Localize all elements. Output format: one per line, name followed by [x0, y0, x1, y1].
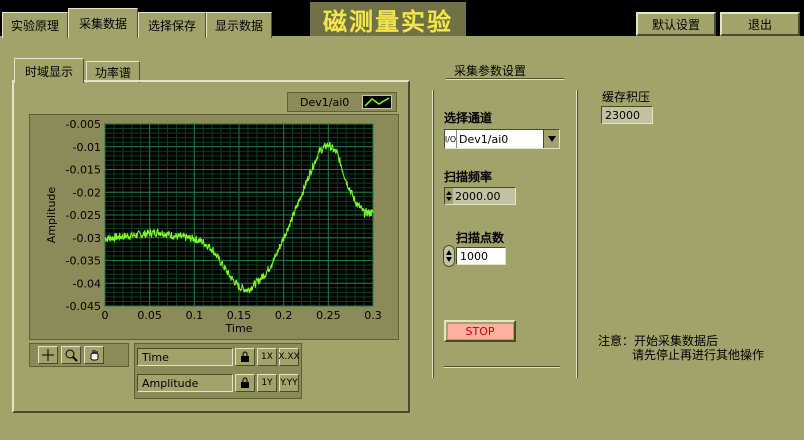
- settings-section-title: 采集参数设置: [454, 64, 527, 78]
- channel-select[interactable]: I/O Dev1/ai0: [444, 129, 560, 149]
- tab-time-domain[interactable]: 时域显示: [14, 58, 84, 83]
- y-format-button[interactable]: Y.YY: [279, 374, 299, 392]
- buffer-indicator: 23000: [601, 106, 653, 124]
- tab-acquire[interactable]: 采集数据: [68, 8, 138, 38]
- stop-button[interactable]: STOP: [444, 320, 516, 342]
- x-autoscale-button[interactable]: 1X: [257, 348, 277, 366]
- y-tick-label: -0.005: [66, 118, 101, 131]
- note-line-2: 请先停止再进行其他操作: [632, 348, 765, 362]
- section-divider: [446, 78, 564, 79]
- exit-button[interactable]: 退出: [720, 12, 800, 36]
- y-tick-label: -0.04: [73, 277, 101, 290]
- y-tick-label: -0.035: [66, 255, 101, 268]
- x-tick-label: 0.15: [227, 309, 252, 322]
- y-tick-label: -0.01: [73, 141, 101, 154]
- y-tick-label: -0.015: [66, 164, 101, 177]
- pan-hand-icon[interactable]: [84, 346, 104, 364]
- x-tick-label: 0.05: [137, 309, 162, 322]
- y-tick-label: -0.03: [73, 232, 101, 245]
- legend-channel-name: Dev1/ai0: [300, 95, 350, 109]
- points-spin-icon[interactable]: [443, 245, 455, 267]
- y-scale-name: Amplitude: [137, 374, 233, 392]
- spin-arrows-icon[interactable]: [445, 188, 453, 204]
- tab-label: 时域显示: [24, 64, 73, 79]
- tab-label: 采集数据: [78, 17, 127, 31]
- settings-right-border: [576, 90, 577, 378]
- graph-palette: [29, 343, 129, 367]
- y-tick-label: -0.025: [66, 209, 101, 222]
- x-tick-label: 0.25: [316, 309, 341, 322]
- channel-label: 选择通道: [444, 111, 493, 125]
- settings-left-border: [432, 90, 433, 378]
- tab-principle[interactable]: 实验原理: [2, 12, 68, 38]
- points-label: 扫描点数: [456, 231, 505, 245]
- buffer-label: 缓存积压: [602, 90, 651, 104]
- rate-value: 2000.00: [453, 188, 515, 204]
- x-tick-label: 0.3: [364, 309, 382, 322]
- tab-label: 显示数据: [214, 19, 263, 33]
- x-tick-label: 0.2: [275, 309, 293, 322]
- x-format-button[interactable]: X.XX: [278, 348, 300, 366]
- tab-select-save[interactable]: 选择保存: [138, 12, 206, 38]
- x-tick-label: 0.1: [186, 309, 204, 322]
- tab-label: 功率谱: [94, 66, 131, 80]
- x-tick-label: 0: [102, 309, 109, 322]
- plot-legend[interactable]: Dev1/ai0: [287, 92, 397, 112]
- y-tick-label: -0.02: [73, 186, 101, 199]
- legend-line-swatch: [362, 95, 392, 109]
- tab-display-data[interactable]: 显示数据: [206, 12, 272, 38]
- chevron-down-icon[interactable]: [543, 130, 559, 148]
- button-label: 退出: [747, 17, 772, 32]
- channel-value: Dev1/ai0: [459, 132, 509, 146]
- waveform-graph[interactable]: 0 0.05 0.1 0.15 0.2 0.25 0.3 -0.005 -0.01 -0.015 -…: [29, 114, 399, 340]
- y-autoscale-button[interactable]: 1Y: [257, 374, 277, 392]
- tab-label: 选择保存: [147, 19, 196, 33]
- x-lock-icon[interactable]: [235, 348, 255, 366]
- y-axis-label: Amplitude: [45, 187, 58, 244]
- y-lock-icon[interactable]: [235, 374, 255, 392]
- points-input[interactable]: 1000: [456, 247, 506, 265]
- app-title: 磁测量实验: [310, 2, 466, 36]
- crosshair-cursor-icon[interactable]: [38, 346, 58, 364]
- scale-legend: Time 1X X.XX Amplitude 1Y Y.YY: [134, 343, 302, 399]
- x-scale-name: Time: [137, 348, 233, 366]
- rate-label: 扫描频率: [444, 170, 493, 184]
- io-channel-icon: I/O: [445, 130, 457, 148]
- settings-bottom-divider: [444, 366, 560, 367]
- stop-label: STOP: [447, 323, 513, 339]
- legend-line-icon: [364, 97, 390, 107]
- x-axis-label: Time: [225, 322, 253, 335]
- y-tick-label: -0.045: [66, 300, 101, 313]
- rate-input[interactable]: 2000.00: [444, 187, 516, 205]
- button-label: 默认设置: [651, 17, 700, 32]
- tab-label: 实验原理: [10, 19, 59, 33]
- default-settings-button[interactable]: 默认设置: [636, 12, 716, 36]
- zoom-icon[interactable]: [61, 346, 81, 364]
